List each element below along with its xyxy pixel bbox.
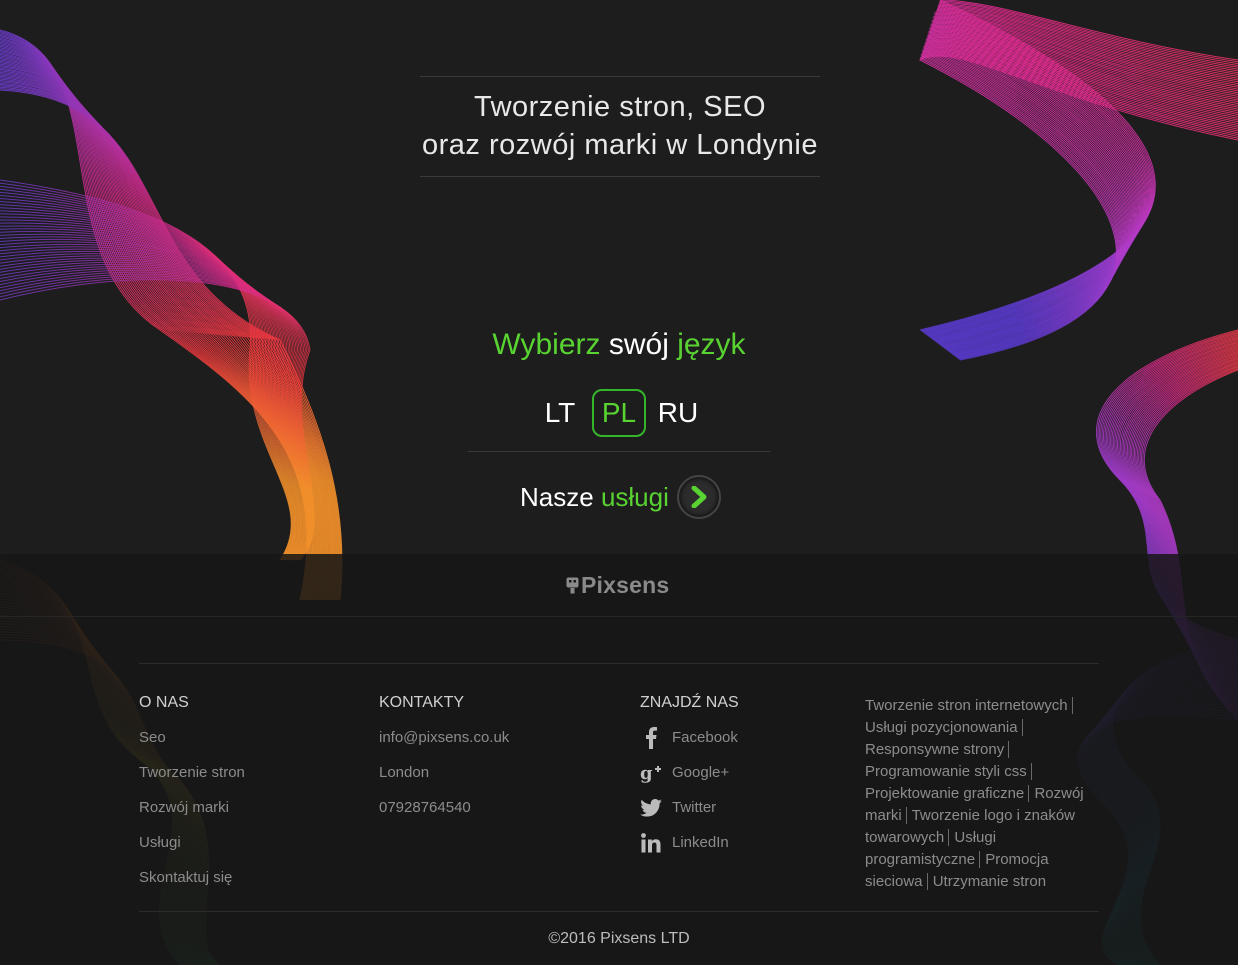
seo-links: Tworzenie stron internetowych Usługi poz…	[865, 695, 1105, 893]
language-prompt: Wybierz swój język	[0, 328, 1238, 362]
contact-email[interactable]: info@pixsens.co.uk	[379, 729, 509, 764]
pixsens-logo-icon	[566, 577, 579, 593]
about-column: O NAS Seo Tworzenie stron Rozwój marki U…	[139, 694, 245, 904]
about-link-seo[interactable]: Seo	[139, 729, 245, 764]
divider	[468, 451, 770, 452]
footer-divider	[139, 663, 1099, 664]
language-prompt-word-2: swój	[608, 328, 669, 361]
social-link-google-plus[interactable]: g Google+	[640, 763, 739, 799]
social-link-linkedin[interactable]: LinkedIn	[640, 833, 739, 869]
about-link-services[interactable]: Usługi	[139, 834, 245, 869]
about-link-branding[interactable]: Rozwój marki	[139, 799, 245, 834]
seo-link[interactable]: Utrzymanie stron	[933, 873, 1050, 890]
seo-link[interactable]: Responsywne strony	[865, 741, 1010, 758]
find-us-heading: ZNAJDŹ NAS	[640, 694, 739, 711]
tagline-line-1: Tworzenie stron, SEO	[473, 91, 767, 123]
language-option-ru[interactable]: RU	[651, 389, 705, 437]
language-switcher: LT PL RU	[533, 388, 705, 438]
social-label: Twitter	[672, 799, 717, 816]
services-link[interactable]: Nasze usługi	[520, 474, 721, 520]
twitter-icon	[640, 798, 662, 818]
find-us-column: ZNAJDŹ NAS Facebook g Google+ Twitter Li…	[640, 694, 739, 869]
language-option-pl[interactable]: PL	[592, 389, 646, 437]
social-label: Google+	[672, 764, 730, 781]
copyright: ©2016 Pixsens LTD	[548, 930, 690, 947]
logo-text: Pixsens	[581, 571, 670, 598]
facebook-icon	[640, 727, 662, 749]
about-link-contact[interactable]: Skontaktuj się	[139, 869, 245, 904]
contacts-heading: KONTAKTY	[379, 694, 465, 711]
about-heading: O NAS	[139, 694, 189, 711]
contact-city: London	[379, 764, 430, 781]
seo-link[interactable]: Projektowanie graficzne	[865, 785, 1030, 802]
social-link-facebook[interactable]: Facebook	[640, 727, 739, 764]
seo-link[interactable]: Usługi pozycjonowania	[865, 719, 1023, 736]
social-link-twitter[interactable]: Twitter	[640, 799, 739, 834]
pixsens-logo[interactable]: Pixsens	[566, 572, 669, 598]
seo-link[interactable]: Tworzenie stron internetowych	[865, 697, 1073, 714]
contact-phone[interactable]: 07928764540	[379, 799, 509, 834]
services-prefix: Nasze	[520, 481, 594, 512]
tagline-line-2: oraz rozwój marki w Londynie	[422, 129, 818, 161]
social-label: LinkedIn	[672, 834, 729, 851]
services-highlight: usługi	[600, 481, 669, 512]
seo-link[interactable]: Programowanie styli css	[865, 763, 1032, 780]
tagline: Tworzenie stron, SEO oraz rozwój marki w…	[420, 76, 820, 177]
footer: Pixsens O NAS Seo Tworzenie stron Rozwój…	[0, 554, 1238, 965]
about-link-web-development[interactable]: Tworzenie stron	[139, 764, 245, 799]
contacts-column: KONTAKTY info@pixsens.co.uk London 07928…	[379, 694, 509, 834]
language-prompt-word-1: Wybierz	[492, 328, 601, 361]
linkedin-icon	[640, 833, 662, 853]
language-option-lt[interactable]: LT	[533, 389, 587, 437]
language-prompt-word-3: język	[677, 328, 746, 361]
social-label: Facebook	[672, 729, 738, 746]
chevron-right-icon	[691, 486, 707, 508]
services-button[interactable]	[676, 475, 721, 519]
footer-divider-top	[0, 616, 1238, 617]
hero-section: Tworzenie stron, SEO oraz rozwój marki w…	[0, 0, 1238, 554]
footer-divider-bottom	[139, 911, 1099, 912]
google-plus-icon: g	[640, 763, 662, 783]
svg-text:g: g	[640, 763, 653, 783]
